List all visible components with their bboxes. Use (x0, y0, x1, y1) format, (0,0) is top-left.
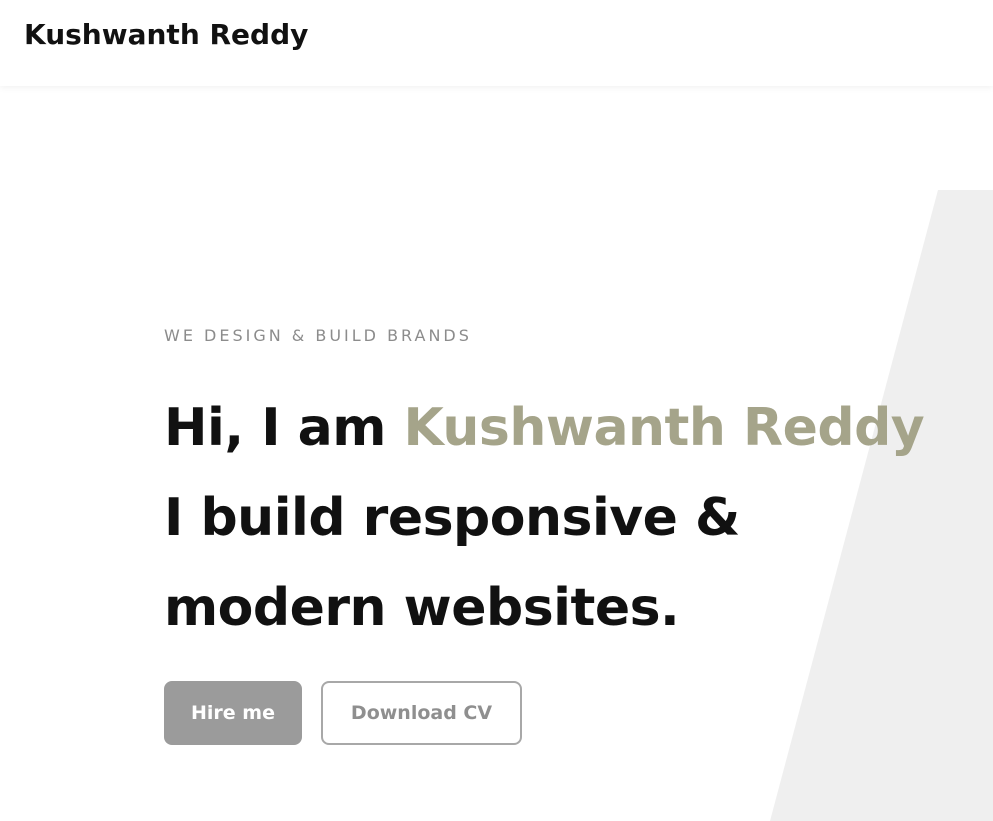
hero-actions: Hire me Download CV (164, 681, 522, 745)
hero-eyebrow: WE DESIGN & BUILD BRANDS (164, 326, 472, 345)
brand-logo-text[interactable]: Kushwanth Reddy (24, 18, 308, 51)
navbar: Kushwanth Reddy (0, 0, 993, 86)
headline-name: Kushwanth Reddy (403, 398, 925, 458)
headline-prefix: Hi, I am (164, 398, 404, 458)
download-cv-button[interactable]: Download CV (321, 681, 522, 745)
headline-line-3: modern websites. (164, 578, 680, 638)
hero-content: WE DESIGN & BUILD BRANDS Hi, I am Kushwa… (164, 326, 993, 653)
hire-me-button[interactable]: Hire me (164, 681, 302, 745)
hero-section: WE DESIGN & BUILD BRANDS Hi, I am Kushwa… (0, 86, 993, 821)
headline-line-1: Hi, I am Kushwanth Reddy (164, 383, 993, 473)
hero-headline: Hi, I am Kushwanth Reddy I build respons… (164, 383, 993, 653)
headline-line-2: I build responsive & (164, 488, 740, 548)
